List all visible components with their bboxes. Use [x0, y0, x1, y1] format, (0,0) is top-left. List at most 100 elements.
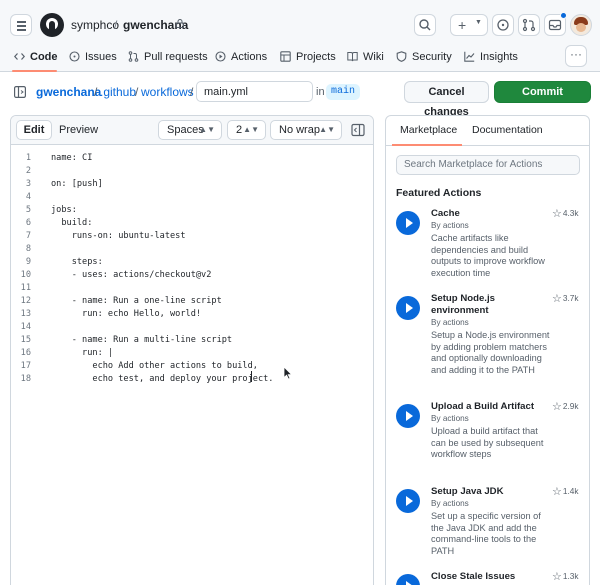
repo-nav: Code Issues Pull requests Actions Projec…	[0, 42, 600, 72]
tab-pull-requests[interactable]: Pull requests	[128, 51, 208, 63]
path-github-dir-link[interactable]: .github	[100, 85, 136, 99]
mouse-pointer-icon	[283, 366, 293, 380]
code-editor-panel: Edit Preview Spaces ▲▼ 2 ▲▼ No wrap ▲▼ 1 nam…	[10, 115, 374, 585]
code-line[interactable]: 2	[11, 165, 373, 178]
action-stars: ☆1.3k	[552, 570, 579, 583]
line-number: 7	[25, 231, 31, 241]
tab-actions[interactable]: Actions	[215, 51, 267, 63]
select-arrows-icon: ▲▼	[319, 125, 335, 134]
editor-toolbar: Edit Preview Spaces ▲▼ 2 ▲▼ No wrap ▲▼	[11, 116, 373, 145]
tab-code[interactable]: Code	[14, 51, 58, 63]
line-content: echo Add other actions to build,	[51, 361, 258, 371]
create-new-button[interactable]: + ▼	[450, 14, 488, 36]
plus-icon: +	[458, 17, 467, 33]
action-author: By actions	[431, 318, 469, 327]
action-stars: ☆4.3k	[552, 207, 579, 220]
code-line[interactable]: 9 steps:	[11, 256, 373, 269]
selected-tab-indicator	[392, 144, 462, 146]
action-title[interactable]: Upload a Build Artifact	[431, 401, 551, 413]
code-line[interactable]: 5 jobs:	[11, 204, 373, 217]
line-content: echo test, and deploy your project.	[51, 374, 274, 384]
issues-icon	[497, 19, 509, 31]
path-repo-link[interactable]: gwenchana	[36, 85, 101, 99]
tab-issues[interactable]: Issues	[69, 51, 117, 63]
path-separator: /	[135, 85, 139, 99]
wrap-mode-select[interactable]: No wrap ▲▼	[270, 120, 342, 140]
tab-security[interactable]: Security	[396, 51, 452, 63]
filename-input[interactable]	[196, 81, 313, 102]
action-title[interactable]: Setup Node.js environment	[431, 293, 551, 317]
breadcrumb-separator: /	[114, 18, 118, 32]
action-description: Cache artifacts like dependencies and bu…	[431, 233, 545, 278]
github-logo[interactable]	[40, 13, 64, 37]
select-arrows-icon: ▲▼	[199, 125, 215, 134]
owner-link[interactable]: symphco	[71, 18, 119, 32]
code-line[interactable]: 4	[11, 191, 373, 204]
action-play-icon	[396, 211, 420, 235]
commit-changes-button[interactable]: Commit changes...	[494, 81, 591, 118]
cancel-changes-button[interactable]: Cancel changes	[404, 81, 489, 118]
action-stars: ☆2.9k	[552, 400, 579, 413]
line-content: - name: Run a one-line script	[51, 296, 222, 306]
action-description: Setup a Node.js environment by adding pr…	[431, 330, 550, 375]
tab-projects[interactable]: Projects	[280, 51, 336, 63]
action-play-icon	[396, 404, 420, 428]
search-icon	[419, 19, 431, 31]
code-line[interactable]: 11	[11, 282, 373, 295]
line-content: steps:	[51, 257, 103, 267]
select-arrows-icon: ▲▼	[243, 125, 259, 134]
code-line[interactable]: 17 echo Add other actions to build,	[11, 360, 373, 373]
action-play-icon	[396, 296, 420, 320]
path-workflows-dir-link[interactable]: workflows	[141, 85, 194, 99]
star-count: 2.9k	[562, 401, 579, 411]
line-number: 6	[25, 218, 31, 228]
action-author: By actions	[431, 414, 469, 423]
code-line[interactable]: 15 - name: Run a multi-line script	[11, 334, 373, 347]
action-author: By actions	[431, 499, 469, 508]
marketplace-search-input[interactable]: Search Marketplace for Actions	[396, 155, 580, 175]
issues-button[interactable]	[492, 14, 514, 36]
code-line[interactable]: 18 echo test, and deploy your project.	[11, 373, 373, 386]
pull-requests-button[interactable]	[518, 14, 540, 36]
tab-documentation[interactable]: Documentation	[472, 124, 543, 136]
branch-badge[interactable]: main	[326, 84, 361, 100]
toggle-sidebar-icon[interactable]	[348, 120, 368, 140]
code-line[interactable]: 3 on: [push]	[11, 178, 373, 191]
action-play-icon	[396, 489, 420, 513]
tab-insights[interactable]: Insights	[464, 51, 518, 63]
code-line[interactable]: 6 build:	[11, 217, 373, 230]
tab-wiki[interactable]: Wiki	[347, 51, 384, 63]
line-content: run: echo Hello, world!	[51, 309, 202, 319]
line-number: 1	[25, 153, 31, 163]
play-icon	[215, 51, 226, 62]
action-title[interactable]: Setup Java JDK	[431, 486, 551, 498]
code-line[interactable]: 1 name: CI	[11, 152, 373, 165]
action-title[interactable]: Cache	[431, 208, 551, 220]
code-line[interactable]: 8	[11, 243, 373, 256]
book-icon	[347, 52, 358, 62]
tab-preview[interactable]: Preview	[59, 121, 98, 139]
file-tree-icon[interactable]	[14, 86, 26, 98]
tab-marketplace[interactable]: Marketplace	[400, 124, 457, 136]
code-line[interactable]: 14	[11, 321, 373, 334]
action-title[interactable]: Close Stale Issues	[431, 571, 551, 583]
indent-size-select[interactable]: 2 ▲▼	[227, 120, 266, 140]
search-button[interactable]	[414, 14, 436, 36]
indent-mode-select[interactable]: Spaces ▲▼	[158, 120, 222, 140]
line-number: 18	[20, 374, 31, 384]
code-line[interactable]: 16 run: |	[11, 347, 373, 360]
table-icon	[280, 51, 291, 62]
code-line[interactable]: 10 - uses: actions/checkout@v2	[11, 269, 373, 282]
code-line[interactable]: 13 run: echo Hello, world!	[11, 308, 373, 321]
tab-edit[interactable]: Edit	[16, 120, 52, 140]
line-number: 8	[25, 244, 31, 254]
menu-icon[interactable]	[10, 14, 32, 36]
line-content: run: |	[51, 348, 114, 358]
more-tabs-button[interactable]: ···	[565, 45, 587, 67]
line-content: runs-on: ubuntu-latest	[51, 231, 186, 241]
code-line[interactable]: 7 runs-on: ubuntu-latest	[11, 230, 373, 243]
code-line[interactable]: 12 - name: Run a one-line script	[11, 295, 373, 308]
avatar[interactable]	[570, 14, 592, 36]
action-author: By actions	[431, 221, 469, 230]
marketplace-panel: Marketplace Documentation Search Marketp…	[385, 115, 590, 585]
